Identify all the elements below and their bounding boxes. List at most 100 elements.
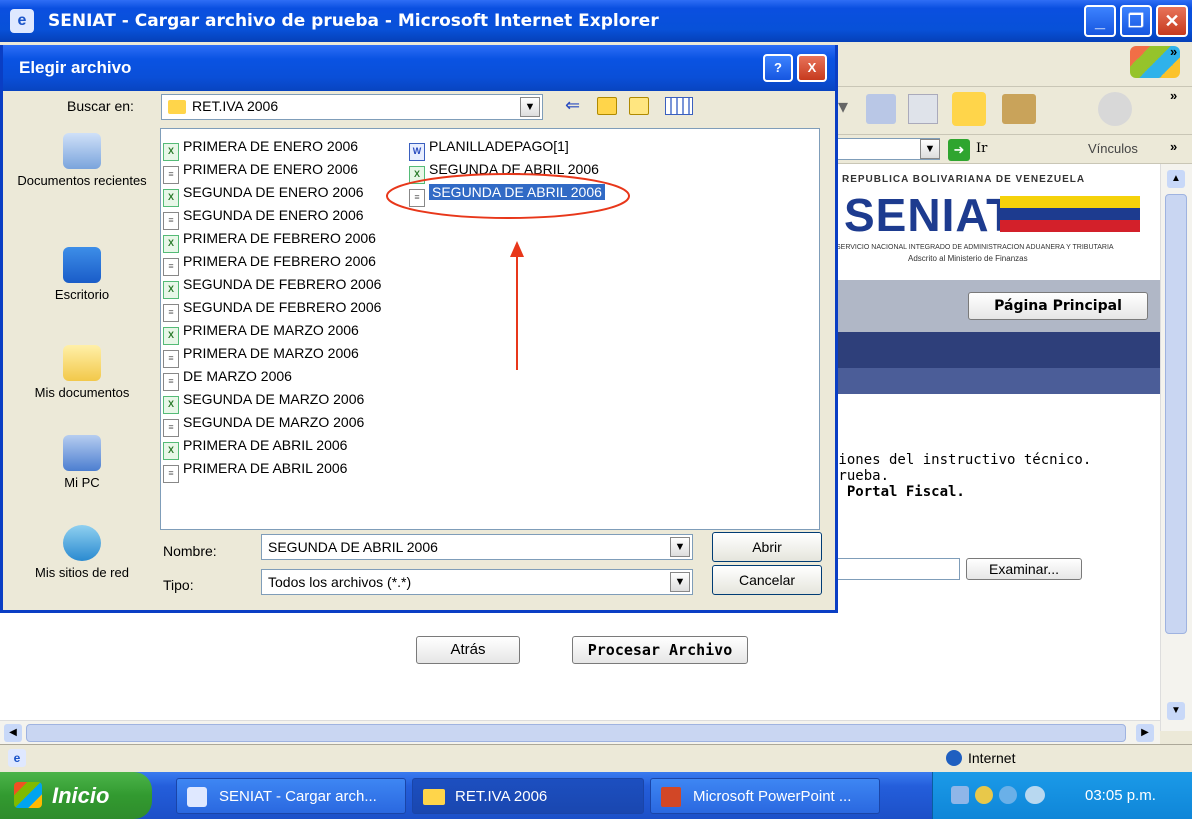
- open-button[interactable]: Abrir: [712, 532, 822, 562]
- file-item[interactable]: ≡ PRIMERA DE ENERO 2006: [163, 158, 403, 184]
- file-item[interactable]: X SEGUNDA DE MARZO 2006: [163, 388, 403, 414]
- file-item[interactable]: W PLANILLADEPAGO[1]: [409, 135, 669, 161]
- file-item[interactable]: ≡ PRIMERA DE ABRIL 2006: [163, 457, 403, 483]
- file-item[interactable]: ≡ DE MARZO 2006: [163, 365, 403, 391]
- place-label: Documentos recientes: [17, 173, 147, 188]
- file-item[interactable]: X SEGUNDA DE ENERO 2006: [163, 181, 403, 207]
- place-my-pc[interactable]: Mi PC: [13, 435, 151, 490]
- scroll-thumb[interactable]: [1165, 194, 1187, 634]
- file-item[interactable]: X PRIMERA DE MARZO 2006: [163, 319, 403, 345]
- file-item[interactable]: X PRIMERA DE FEBRERO 2006: [163, 227, 403, 253]
- browse-button[interactable]: Examinar...: [966, 558, 1082, 580]
- file-path-input[interactable]: [830, 558, 960, 580]
- file-name: PRIMERA DE ABRIL 2006: [183, 460, 348, 476]
- links-overflow-icon[interactable]: »: [1170, 139, 1177, 154]
- scroll-right-icon[interactable]: ▶: [1136, 724, 1154, 742]
- help-button[interactable]: ?: [763, 54, 793, 82]
- place-network[interactable]: Mis sitios de red: [13, 525, 151, 580]
- print-icon[interactable]: [866, 94, 896, 124]
- file-column-1: X PRIMERA DE ENERO 2006 ≡ PRIMERA DE ENERO …: [163, 135, 403, 483]
- filetype-dropdown-icon[interactable]: ▼: [670, 572, 690, 592]
- file-item[interactable]: ≡ SEGUNDA DE MARZO 2006: [163, 411, 403, 437]
- file-item[interactable]: X PRIMERA DE ENERO 2006: [163, 135, 403, 161]
- go-label[interactable]: Ir: [976, 141, 987, 156]
- ie-toolbar: ▾ » »: [830, 42, 1192, 134]
- task-powerpoint[interactable]: Microsoft PowerPoint ...: [650, 778, 880, 814]
- dialog-titlebar: Elegir archivo: [3, 45, 835, 91]
- tray-app-icon[interactable]: [999, 786, 1017, 804]
- file-name: PLANILLADEPAGO[1]: [429, 138, 569, 154]
- start-label: Inicio: [52, 783, 110, 808]
- instructions-line3: l Portal Fiscal.: [830, 484, 965, 500]
- banner-subtitle: SERVICIO NACIONAL INTEGRADO DE ADMINISTR…: [836, 244, 1114, 251]
- file-item[interactable]: ≡ PRIMERA DE MARZO 2006: [163, 342, 403, 368]
- task-folder[interactable]: RET.IVA 2006: [412, 778, 644, 814]
- place-my-documents[interactable]: Mis documentos: [13, 345, 151, 400]
- messenger-tray-icon[interactable]: [975, 786, 993, 804]
- dialog-close-button[interactable]: X: [797, 54, 827, 82]
- place-desktop[interactable]: Escritorio: [13, 247, 151, 302]
- view-menu-icon[interactable]: [665, 97, 693, 115]
- address-dropdown[interactable]: ▼: [920, 139, 940, 159]
- banner-subtitle2: Adscrito al Ministerio de Finanzas: [908, 254, 1028, 263]
- ie-icon: e: [10, 9, 34, 33]
- file-name: PRIMERA DE FEBRERO 2006: [183, 230, 376, 246]
- header-bar: [830, 332, 1160, 394]
- taskbar: Inicio SENIAT - Cargar arch... RET.IVA 2…: [0, 772, 1192, 819]
- minimize-button[interactable]: _: [1084, 5, 1116, 37]
- scroll-down-icon[interactable]: ▼: [1167, 702, 1185, 720]
- links-label[interactable]: Vínculos: [1088, 141, 1138, 156]
- file-item[interactable]: ≡ PRIMERA DE FEBRERO 2006: [163, 250, 403, 276]
- file-item[interactable]: X PRIMERA DE ABRIL 2006: [163, 434, 403, 460]
- edit-icon[interactable]: [908, 94, 938, 124]
- file-item[interactable]: ≡ SEGUNDA DE ENERO 2006: [163, 204, 403, 230]
- filename-combo[interactable]: SEGUNDA DE ABRIL 2006 ▼: [261, 534, 693, 560]
- scroll-left-icon[interactable]: ◀: [4, 724, 22, 742]
- back-button[interactable]: Atrás: [416, 636, 520, 664]
- file-item[interactable]: X SEGUNDA DE FEBRERO 2006: [163, 273, 403, 299]
- toolbar-overflow-icon[interactable]: »: [1170, 88, 1177, 103]
- go-arrow-icon[interactable]: ➜: [948, 139, 970, 161]
- filetype-value: Todos los archivos (*.*): [268, 574, 412, 590]
- page-icon: e: [8, 749, 26, 767]
- hscroll-thumb[interactable]: [26, 724, 1126, 742]
- file-dialog: Elegir archivo ? X Buscar en: RET.IVA 20…: [0, 45, 838, 613]
- place-recent[interactable]: Documentos recientes: [13, 133, 151, 188]
- messenger-icon[interactable]: [1098, 92, 1132, 126]
- research-icon[interactable]: [1002, 94, 1036, 124]
- folder-icon[interactable]: [952, 92, 986, 126]
- up-folder-icon[interactable]: [597, 97, 617, 115]
- file-name: SEGUNDA DE ENERO 2006: [183, 207, 364, 223]
- menu-overflow-icon[interactable]: »: [1170, 44, 1177, 59]
- tray-sync-icon[interactable]: [1025, 786, 1045, 804]
- file-name: DE MARZO 2006: [183, 368, 292, 384]
- filetype-combo[interactable]: Todos los archivos (*.*) ▼: [261, 569, 693, 595]
- back-arrow-icon[interactable]: ⇐: [565, 95, 580, 116]
- cancel-button[interactable]: Cancelar: [712, 565, 822, 595]
- file-name: PRIMERA DE ENERO 2006: [183, 138, 359, 154]
- recent-documents-icon: [63, 133, 101, 169]
- close-button[interactable]: ✕: [1156, 5, 1188, 37]
- lookin-dropdown-icon[interactable]: ▼: [520, 97, 540, 117]
- process-file-button[interactable]: Procesar Archivo: [572, 636, 748, 664]
- task-ie[interactable]: SENIAT - Cargar arch...: [176, 778, 406, 814]
- new-folder-icon[interactable]: [629, 97, 649, 115]
- start-button[interactable]: Inicio: [0, 772, 152, 819]
- network-icon[interactable]: [951, 786, 969, 804]
- file-name: PRIMERA DE FEBRERO 2006: [183, 253, 376, 269]
- annotation-ellipse: [386, 173, 630, 219]
- vertical-scrollbar[interactable]: ▲ ▼: [1160, 164, 1192, 731]
- horizontal-scrollbar[interactable]: ◀ ▶: [0, 720, 1160, 744]
- filename-value[interactable]: SEGUNDA DE ABRIL 2006: [268, 539, 438, 555]
- text-file-icon: ≡: [163, 465, 179, 483]
- toolbar-dropdown-icon[interactable]: ▾: [838, 94, 858, 124]
- seniat-logo: SENIAT: [844, 189, 1016, 241]
- file-item[interactable]: ≡ SEGUNDA DE FEBRERO 2006: [163, 296, 403, 322]
- filename-dropdown-icon[interactable]: ▼: [670, 537, 690, 557]
- lookin-combo[interactable]: RET.IVA 2006 ▼: [161, 94, 543, 120]
- main-page-button[interactable]: Página Principal: [968, 292, 1148, 320]
- ie-task-icon: [187, 787, 207, 807]
- scroll-up-icon[interactable]: ▲: [1167, 170, 1185, 188]
- maximize-button[interactable]: ❐: [1120, 5, 1152, 37]
- file-name: SEGUNDA DE MARZO 2006: [183, 414, 365, 430]
